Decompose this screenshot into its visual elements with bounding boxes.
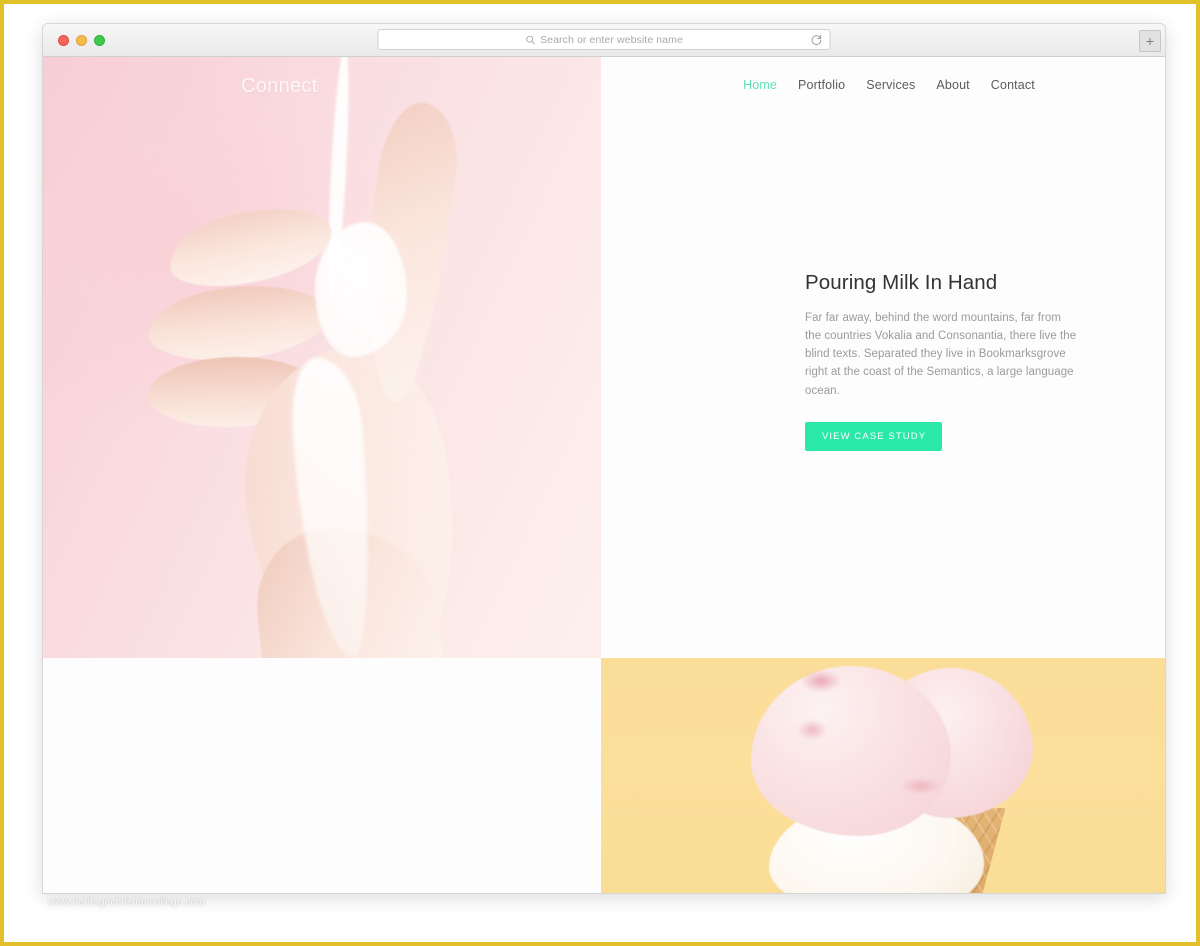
bottom-image-ice-cream (601, 658, 1165, 893)
ice-cream-scoop-pink-shape (751, 666, 951, 836)
hero-text-block: Pouring Milk In Hand Far far away, behin… (805, 271, 1095, 451)
bottom-left-blank-panel (43, 658, 601, 893)
nav-item-about[interactable]: About (936, 78, 969, 92)
reload-icon[interactable] (811, 34, 823, 46)
browser-toolbar: Search or enter website name + (43, 24, 1165, 57)
view-case-study-button[interactable]: VIEW CASE STUDY (805, 421, 943, 451)
page-viewport: Connect Home Portfolio Services About Co… (43, 57, 1165, 893)
nav-item-portfolio[interactable]: Portfolio (798, 78, 845, 92)
nav-item-home[interactable]: Home (743, 78, 777, 92)
ice-cream-swirl-shape-1 (801, 670, 841, 692)
maximize-window-button[interactable] (94, 34, 105, 46)
nav-item-services[interactable]: Services (866, 78, 915, 92)
address-bar-inner: Search or enter website name (525, 34, 683, 46)
bottom-section (43, 658, 1165, 893)
finger-shape-2 (144, 277, 332, 369)
minimize-window-button[interactable] (76, 34, 87, 46)
address-bar[interactable]: Search or enter website name (377, 29, 831, 50)
hero-paragraph: Far far away, behind the word mountains,… (805, 312, 1077, 397)
ice-cream-swirl-shape-3 (901, 778, 941, 794)
finger-shape-1 (162, 195, 339, 299)
hero-content-column: Home Portfolio Services About Contact Po… (601, 57, 1165, 658)
hero-section: Connect Home Portfolio Services About Co… (43, 57, 1165, 658)
outer-frame: Search or enter website name + Connect H… (0, 0, 1200, 946)
close-window-button[interactable] (58, 34, 69, 46)
browser-window: Search or enter website name + Connect H… (42, 23, 1166, 894)
nav-item-contact[interactable]: Contact (991, 78, 1035, 92)
hero-image-milk-hand: Connect (43, 57, 601, 658)
window-controls (58, 34, 105, 46)
main-navigation: Home Portfolio Services About Contact (601, 78, 1165, 92)
hero-title: Pouring Milk In Hand (805, 271, 998, 294)
search-icon (525, 35, 535, 44)
new-tab-button[interactable]: + (1139, 30, 1161, 52)
address-bar-placeholder: Search or enter website name (540, 33, 683, 46)
watermark-url: www.heritagechristiancollege.com (48, 897, 206, 908)
site-logo[interactable]: Connect (241, 75, 318, 98)
ice-cream-swirl-shape-2 (797, 720, 827, 740)
